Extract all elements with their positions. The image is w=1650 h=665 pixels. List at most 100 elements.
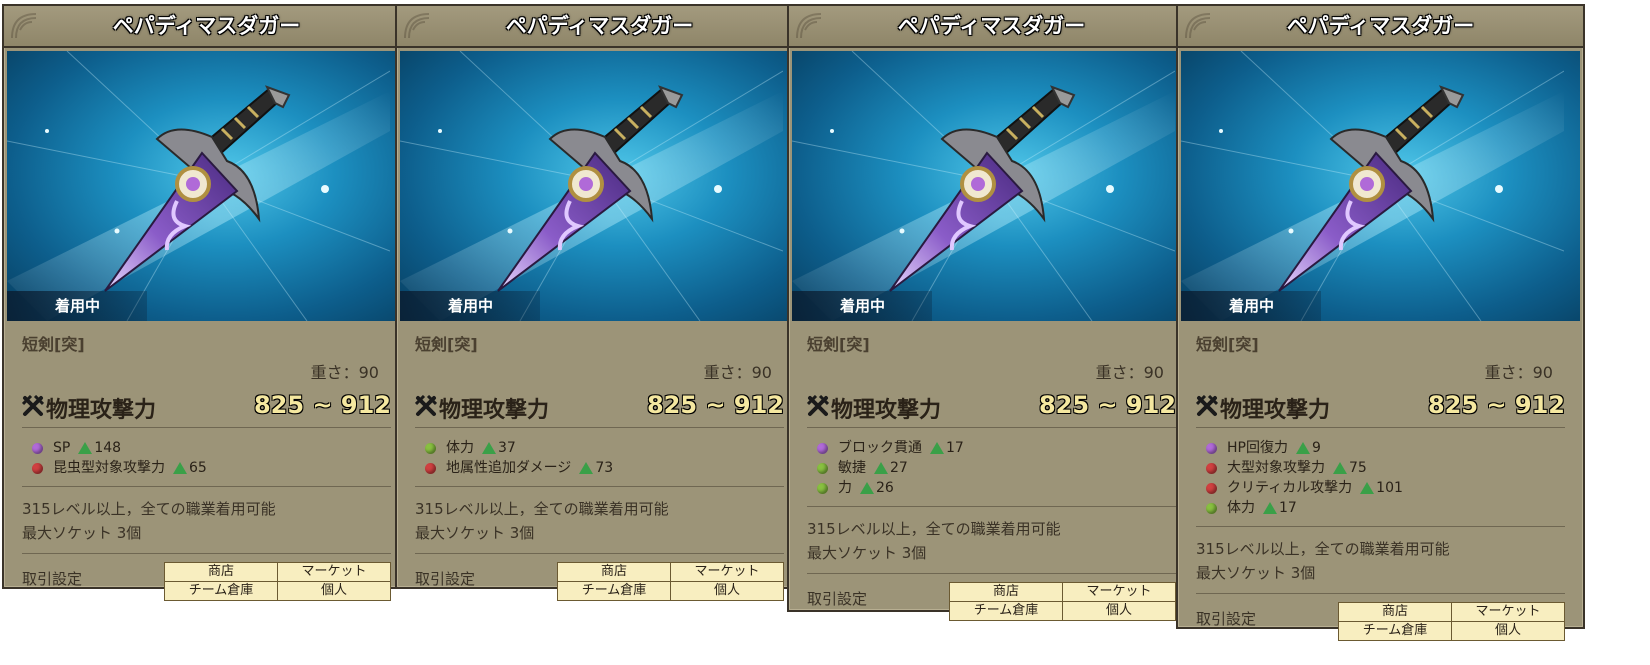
requirement-text: 315レベル以上，全ての職業着用可能 [807, 520, 1061, 538]
option-list: 体力 37 地属性追加ダメージ 73 [415, 428, 784, 487]
trade-cell: 商店 [1338, 602, 1452, 622]
trade-cell: 個人 [1451, 621, 1565, 641]
option-name: SP [53, 440, 71, 456]
item-tooltip-card: ペパディマスダガー 着用中 短剣[突] 重さ：90 物理攻撃力 825 ~ 91… [787, 4, 1196, 621]
item-weight: 重さ：90 [1095, 363, 1164, 382]
increase-arrow-icon [1333, 462, 1347, 474]
option-line: 体力 37 [425, 438, 784, 458]
item-tooltip-card: ペパディマスダガー 着用中 短剣[突] 重さ：90 物理攻撃力 825 ~ 91… [395, 4, 804, 601]
trade-table: 商店 マーケット チーム倉庫 個人 [164, 562, 391, 601]
item-artwork: 着用中 [792, 51, 1191, 321]
crossed-swords-icon [415, 395, 437, 416]
orb-icon [817, 482, 828, 494]
option-value: 101 [1376, 480, 1403, 496]
requirement-text: 315レベル以上，全ての職業着用可能 [1196, 540, 1450, 558]
option-line: 大型対象攻撃力 75 [1206, 458, 1565, 478]
dagger-image [792, 51, 1175, 321]
option-name: 敏捷 [838, 460, 866, 476]
item-name: ペパディマスダガー [505, 14, 694, 38]
card-header: ペパディマスダガー [789, 6, 1194, 48]
option-name: クリティカル攻撃力 [1227, 480, 1353, 496]
dagger-image [7, 51, 390, 321]
item-details: 短剣[突] 重さ：90 物理攻撃力 825 ~ 912 ブロック貫通 17 敏捷 27… [789, 331, 1194, 632]
requirement-text: 315レベル以上，全ての職業着用可能 [415, 500, 669, 518]
requirements: 315レベル以上，全ての職業着用可能 最大ソケット 3個 [22, 487, 391, 554]
increase-arrow-icon [173, 462, 187, 474]
attack-value: 825 ~ 912 [1427, 391, 1565, 419]
trade-cell: 個人 [1062, 601, 1176, 621]
orb-icon [817, 442, 828, 454]
option-line: 昆虫型対象攻撃力 65 [32, 458, 391, 478]
attack-row: 物理攻撃力 825 ~ 912 [1196, 387, 1565, 428]
option-list: ブロック貫通 17 敏捷 27 力 26 [807, 428, 1176, 507]
option-value: 26 [876, 480, 894, 496]
option-line: ブロック貫通 17 [817, 438, 1176, 458]
trade-cell: チーム倉庫 [164, 581, 278, 601]
equipped-badge: 着用中 [7, 291, 147, 321]
socket-text: 最大ソケット 3個 [415, 524, 535, 542]
item-name: ペパディマスダガー [897, 14, 1086, 38]
option-line: 力 26 [817, 478, 1176, 498]
attack-value: 825 ~ 912 [646, 391, 784, 419]
trade-cell: 商店 [164, 562, 278, 582]
option-name: HP回復力 [1227, 440, 1288, 456]
trade-settings: 取引設定 商店 マーケット チーム倉庫 個人 [22, 554, 391, 612]
card-header: ペパディマスダガー [1178, 6, 1583, 48]
attack-value: 825 ~ 912 [253, 391, 391, 419]
orb-icon [32, 442, 43, 454]
orb-icon [32, 462, 43, 474]
item-details: 短剣[突] 重さ：90 物理攻撃力 825 ~ 912 HP回復力 9 大型対象攻撃… [1178, 331, 1583, 652]
option-name: 大型対象攻撃力 [1227, 460, 1325, 476]
option-value: 65 [189, 460, 207, 476]
trade-cell: 個人 [277, 581, 391, 601]
trade-cell: チーム倉庫 [557, 581, 671, 601]
socket-text: 最大ソケット 3個 [1196, 564, 1316, 582]
option-name: 体力 [446, 440, 474, 456]
trade-settings: 取引設定 商店 マーケット チーム倉庫 個人 [1196, 594, 1565, 652]
increase-arrow-icon [1295, 442, 1310, 454]
orb-icon [1206, 462, 1217, 474]
requirement-text: 315レベル以上，全ての職業着用可能 [22, 500, 276, 518]
attack-label: 物理攻撃力 [831, 398, 942, 423]
trade-cell: 商店 [557, 562, 671, 582]
option-value: 17 [946, 440, 964, 456]
increase-arrow-icon [579, 462, 594, 474]
orb-icon [1206, 502, 1217, 514]
option-value: 17 [1279, 500, 1297, 516]
option-line: HP回復力 9 [1206, 438, 1565, 458]
item-weight: 重さ：90 [703, 363, 772, 382]
option-value: 37 [498, 440, 516, 456]
item-type: 短剣[突] [415, 335, 478, 354]
trade-cell: チーム倉庫 [1338, 621, 1452, 641]
item-artwork: 着用中 [400, 51, 799, 321]
socket-text: 最大ソケット 3個 [22, 524, 142, 542]
trade-cell: チーム倉庫 [949, 601, 1063, 621]
attack-row: 物理攻撃力 825 ~ 912 [415, 387, 784, 428]
orb-icon [1206, 442, 1217, 454]
option-line: SP 148 [32, 438, 391, 458]
socket-text: 最大ソケット 3個 [807, 544, 927, 562]
item-weight: 重さ：90 [1484, 363, 1553, 382]
attack-label: 物理攻撃力 [1220, 398, 1331, 423]
increase-arrow-icon [860, 482, 874, 494]
option-line: 地属性追加ダメージ 73 [425, 458, 784, 478]
option-value: 9 [1311, 440, 1321, 456]
requirements: 315レベル以上，全ての職業着用可能 最大ソケット 3個 [415, 487, 784, 554]
item-name: ペパディマスダガー [1286, 14, 1475, 38]
increase-arrow-icon [482, 442, 496, 454]
option-list: SP 148 昆虫型対象攻撃力 65 [22, 428, 391, 487]
item-tooltip-card: ペパディマスダガー 着用中 短剣[突] 重さ：90 物理攻撃力 825 ~ 91… [2, 4, 411, 601]
item-artwork: 着用中 [1181, 51, 1580, 321]
trade-settings: 取引設定 商店 マーケット チーム倉庫 個人 [807, 574, 1176, 632]
item-type: 短剣[突] [807, 335, 870, 354]
increase-arrow-icon [78, 442, 93, 454]
requirements: 315レベル以上，全ての職業着用可能 最大ソケット 3個 [807, 507, 1176, 574]
trade-cell: マーケット [670, 562, 784, 582]
item-artwork: 着用中 [7, 51, 406, 321]
option-name: ブロック貫通 [838, 440, 922, 456]
attack-value: 825 ~ 912 [1038, 391, 1176, 419]
option-name: 力 [838, 480, 852, 496]
crossed-swords-icon [807, 395, 829, 416]
orb-icon [425, 462, 436, 474]
equipped-badge: 着用中 [1181, 291, 1321, 321]
